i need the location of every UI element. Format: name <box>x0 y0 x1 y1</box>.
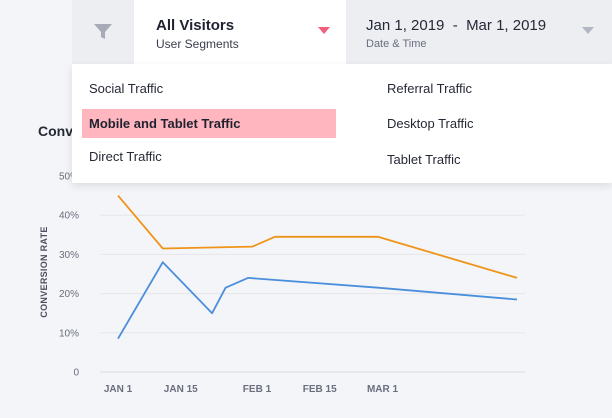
series-line-2 <box>117 261 518 340</box>
y-tick-label: 40% <box>59 211 79 222</box>
conversion-rate-chart: 010%20%30%40%50% JAN 1 JAN 15 FEB 1 FEB 15 M… <box>39 172 525 395</box>
y-tick-label: 10% <box>59 328 79 339</box>
x-tick-label: JAN 15 <box>164 384 198 395</box>
y-tick-label: 20% <box>59 289 79 300</box>
y-tick-label: 30% <box>59 250 79 261</box>
option-social-traffic[interactable]: Social Traffic <box>82 74 326 103</box>
series-line-1 <box>117 195 518 279</box>
x-tick-label: JAN 1 <box>104 384 133 395</box>
option-tablet-traffic[interactable]: Tablet Traffic <box>380 145 587 174</box>
option-mobile-and-tablet-traffic[interactable]: Mobile and Tablet Traffic <box>82 109 336 138</box>
option-direct-traffic[interactable]: Direct Traffic <box>82 142 326 171</box>
y-axis-label: CONVERSION RATE <box>39 226 49 317</box>
option-desktop-traffic[interactable]: Desktop Traffic <box>380 109 587 138</box>
y-tick-label: 0 <box>73 368 79 379</box>
x-tick-label: FEB 1 <box>243 384 272 395</box>
segment-dropdown-menu: Social Traffic Mobile and Tablet Traffic… <box>72 64 612 183</box>
option-referral-traffic[interactable]: Referral Traffic <box>380 74 587 103</box>
x-tick-label: FEB 15 <box>303 384 337 395</box>
x-tick-label: MAR 1 <box>367 384 399 395</box>
